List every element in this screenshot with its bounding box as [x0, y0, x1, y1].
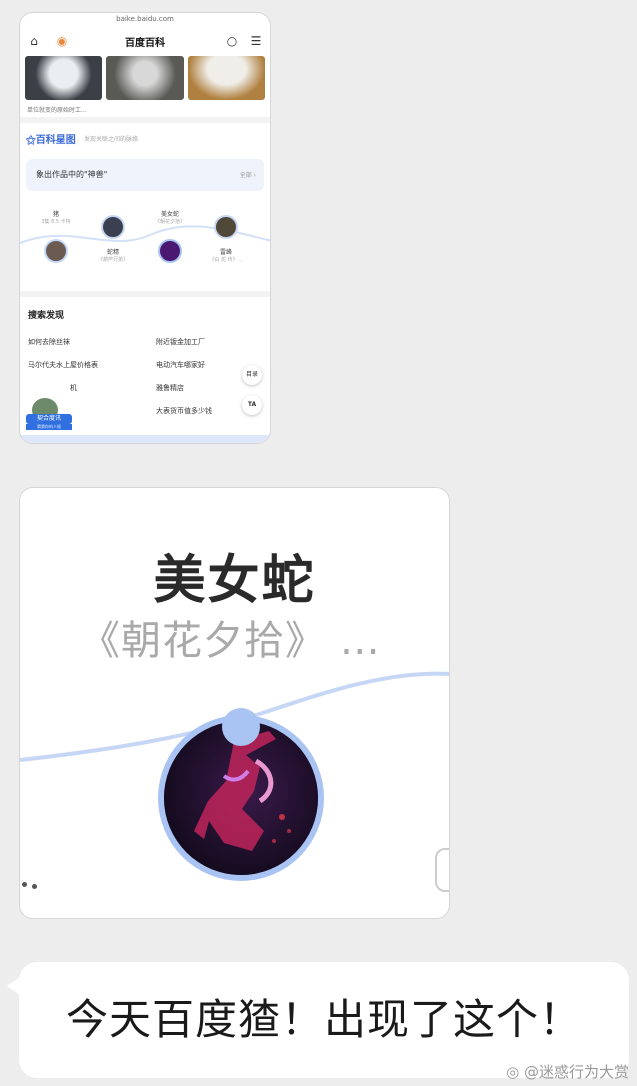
- thumbnail-image[interactable]: [25, 56, 103, 100]
- promo-sublabel: 猜猜你的人格: [26, 424, 72, 430]
- browser-url: baike.baidu.com: [116, 15, 174, 23]
- thumbnail-caption: 单位就变的原始时工...: [27, 107, 87, 114]
- next-node-edge: [435, 848, 449, 892]
- discover-item[interactable]: 机: [70, 383, 77, 393]
- search-icon[interactable]: ○: [224, 33, 240, 49]
- graph-node-label: 美女蛇 《朝花夕拾》: [154, 211, 185, 225]
- section-divider: [20, 291, 270, 297]
- weibo-icon: ◎: [506, 1063, 520, 1081]
- graph-node-avatar[interactable]: [44, 239, 68, 263]
- section-divider: [20, 117, 270, 123]
- graph-node-label: 猪 3集 8.5 卡特: [41, 211, 71, 225]
- image-message-zoomed-screenshot[interactable]: 美女蛇 《朝花夕拾》 …: [19, 487, 450, 919]
- discover-item[interactable]: 大表货币值多少钱: [156, 406, 212, 416]
- discover-item[interactable]: 电动汽车哪家好: [156, 360, 205, 370]
- menu-icon[interactable]: ☰: [248, 33, 264, 49]
- graph-topic-label: 象出作品中的"神兽": [36, 170, 108, 179]
- graph-node-avatar[interactable]: [101, 215, 125, 239]
- bottom-banner: [20, 435, 270, 443]
- graph-topic-more[interactable]: 全部 ›: [240, 170, 256, 179]
- graph-icon: ⚝: [26, 135, 36, 146]
- ta-button[interactable]: TA: [242, 395, 262, 415]
- discover-item[interactable]: 雅鲁精店: [156, 383, 184, 393]
- thumbnail-strip: [25, 56, 265, 100]
- pagination-dot: [22, 882, 27, 887]
- graph-section-title: ⚝百科星图: [26, 135, 76, 146]
- discover-item[interactable]: 马尔代夫水上屋价格表: [28, 360, 98, 370]
- thumbnail-image[interactable]: [187, 56, 265, 100]
- discover-item[interactable]: 如何去除丝袜: [28, 337, 70, 347]
- graph-topic-bar[interactable]: 象出作品中的"神兽" 全部 ›: [26, 159, 264, 191]
- pagination-dot: [32, 884, 37, 889]
- watermark: ◎ @迷惑行为大赏: [506, 1063, 629, 1081]
- promo-badge[interactable]: 契合度讯 猜猜你的人格: [26, 398, 74, 432]
- discover-title: 搜索发现: [28, 311, 65, 321]
- graph-node-label: 雷峰 《白 蛇 传》...: [209, 249, 243, 263]
- thumbnail-image[interactable]: [106, 56, 184, 100]
- baike-navbar: ⌂ ◉ 百度百科 ○ ☰: [20, 29, 270, 53]
- promo-label: 契合度讯: [26, 414, 72, 424]
- graph-node-label: 蛇精 《葫芦兄弟》: [97, 249, 128, 263]
- graph-node-dot[interactable]: [222, 708, 260, 746]
- graph-node-avatar-selected[interactable]: [158, 239, 182, 263]
- graph-section-subtitle: 发现关联之间的脉络: [84, 136, 139, 143]
- discover-item[interactable]: 附近钣金加工厂: [156, 337, 205, 347]
- catalog-button[interactable]: 目录: [242, 365, 262, 385]
- image-message-small-screenshot[interactable]: baike.baidu.com ⌂ ◉ 百度百科 ○ ☰ 单位就变的原始时工..…: [19, 12, 271, 444]
- graph-node-avatar[interactable]: [214, 215, 238, 239]
